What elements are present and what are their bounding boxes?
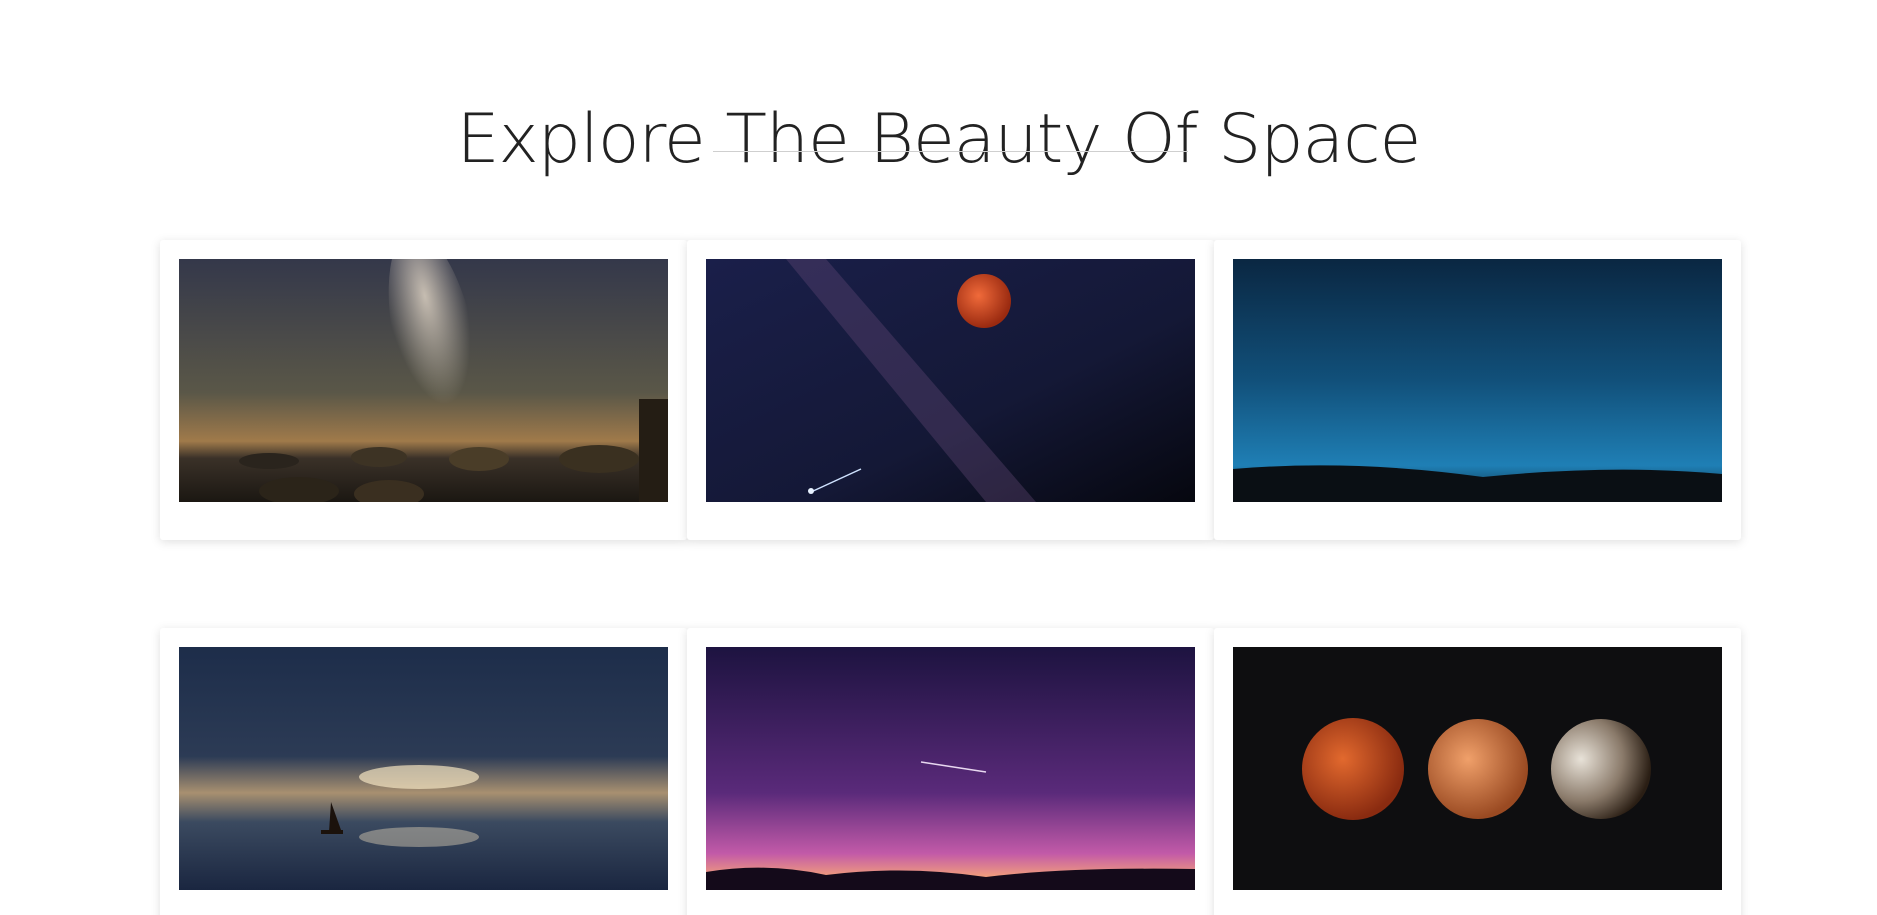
gallery-card[interactable] — [687, 240, 1214, 540]
page-title: Explore The Beauty Of Space — [456, 99, 1422, 179]
gallery-card[interactable] — [687, 628, 1214, 915]
title-underline — [713, 151, 1188, 152]
purple-night-sky-image[interactable] — [706, 647, 1195, 890]
page: Explore The Beauty Of Space — [0, 0, 1877, 915]
milky-way-rocks-image[interactable] — [179, 259, 668, 502]
sailboat-night-image[interactable] — [179, 647, 668, 890]
blue-night-sky-image[interactable] — [1233, 259, 1722, 502]
gallery-card[interactable] — [1214, 240, 1741, 540]
gallery-card[interactable] — [1214, 628, 1741, 915]
blood-moon-image[interactable] — [706, 259, 1195, 502]
gallery-card[interactable] — [160, 240, 687, 540]
gallery-card[interactable] — [160, 628, 687, 915]
lunar-eclipse-phases-image[interactable] — [1233, 647, 1722, 890]
